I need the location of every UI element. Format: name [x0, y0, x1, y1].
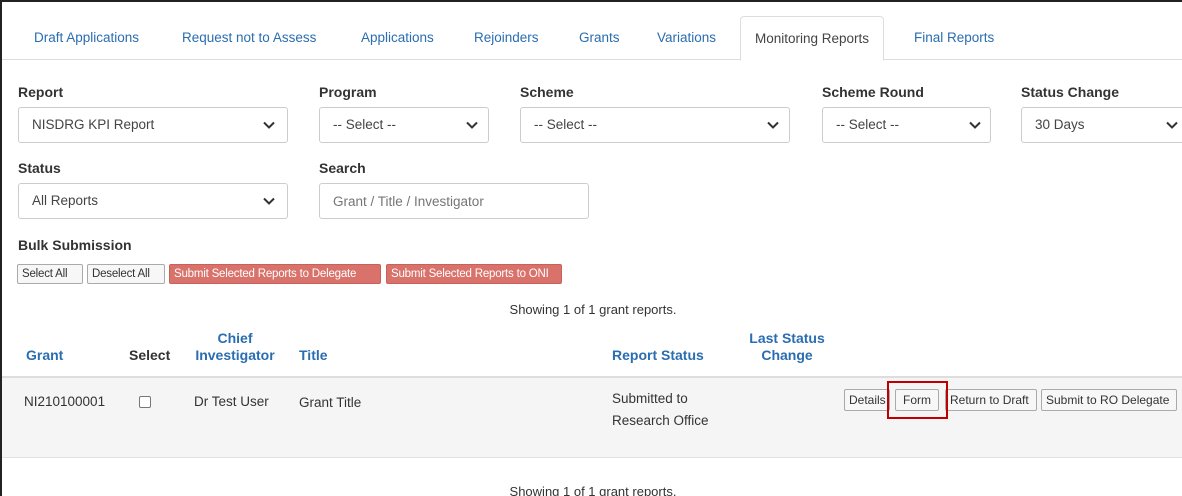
submit-to-delegate-button[interactable]: Submit Selected Reports to Delegate	[169, 264, 381, 284]
status-change-select-value: 30 Days	[1035, 117, 1085, 132]
tab-applications[interactable]: Applications	[361, 16, 434, 60]
tab-bar: Draft Applications Request not to Assess…	[2, 16, 1182, 61]
col-header-report-status[interactable]: Report Status	[612, 347, 704, 364]
row-grant-id: NI210100001	[24, 394, 106, 409]
tab-draft-applications[interactable]: Draft Applications	[34, 16, 139, 60]
col-header-title[interactable]: Title	[299, 347, 328, 364]
chevron-down-icon	[464, 108, 480, 142]
chevron-down-icon	[261, 184, 277, 218]
report-label: Report	[18, 84, 64, 100]
row-select-checkbox[interactable]	[139, 396, 151, 408]
scheme-select-value: -- Select --	[534, 117, 598, 132]
report-select-value: NISDRG KPI Report	[32, 117, 155, 132]
row-chief-investigator: Dr Test User	[194, 394, 269, 409]
status-select-value: All Reports	[32, 193, 99, 208]
status-label: Status	[18, 160, 61, 176]
col-header-chief-investigator[interactable]: Chief Investigator	[186, 330, 284, 364]
tab-grants[interactable]: Grants	[579, 16, 620, 60]
chevron-down-icon	[261, 108, 277, 142]
status-select[interactable]: All Reports	[18, 183, 288, 219]
form-button-highlight	[887, 381, 948, 419]
scheme-round-label: Scheme Round	[822, 84, 924, 100]
tab-request-not-to-assess[interactable]: Request not to Assess	[182, 16, 316, 60]
page-frame: Draft Applications Request not to Assess…	[0, 0, 1182, 496]
scheme-round-select[interactable]: -- Select --	[822, 107, 991, 143]
details-button[interactable]: Details	[844, 389, 890, 411]
col-header-grant[interactable]: Grant	[26, 347, 63, 364]
search-input[interactable]	[319, 183, 589, 219]
scheme-select[interactable]: -- Select --	[520, 107, 790, 143]
submit-to-ro-delegate-button[interactable]: Submit to RO Delegate	[1041, 389, 1177, 411]
report-select[interactable]: NISDRG KPI Report	[18, 107, 288, 143]
program-label: Program	[319, 84, 377, 100]
row-title: Grant Title	[299, 395, 362, 410]
program-select-value: -- Select --	[333, 117, 397, 132]
bulk-submission-label: Bulk Submission	[18, 237, 132, 253]
tab-monitoring-reports[interactable]: Monitoring Reports	[740, 16, 885, 61]
scheme-label: Scheme	[520, 84, 574, 100]
col-header-select: Select	[129, 347, 171, 363]
chevron-down-icon	[1164, 108, 1180, 142]
row-report-status: Submitted to Research Office	[612, 390, 709, 430]
col-header-last-status-change[interactable]: Last Status Change	[732, 330, 842, 364]
return-to-draft-button[interactable]: Return to Draft	[945, 389, 1037, 411]
tab-final-reports[interactable]: Final Reports	[914, 16, 994, 60]
results-count-bottom: Showing 1 of 1 grant reports.	[509, 484, 677, 496]
tab-variations[interactable]: Variations	[657, 16, 716, 60]
scheme-round-select-value: -- Select --	[836, 117, 900, 132]
col-header-last-line2: Change	[761, 347, 813, 363]
col-header-ci-line1: Chief	[217, 330, 253, 346]
results-count-top: Showing 1 of 1 grant reports.	[509, 302, 677, 317]
status-change-label: Status Change	[1021, 84, 1120, 100]
status-change-select[interactable]: 30 Days	[1021, 107, 1182, 143]
select-all-button[interactable]: Select All	[17, 264, 83, 284]
row-status-line2: Research Office	[612, 413, 709, 428]
col-header-last-line1: Last Status	[749, 330, 825, 346]
program-select[interactable]: -- Select --	[319, 107, 489, 143]
tab-rejoinders[interactable]: Rejoinders	[474, 16, 539, 60]
col-header-ci-line2: Investigator	[195, 347, 275, 363]
chevron-down-icon	[967, 108, 983, 142]
deselect-all-button[interactable]: Deselect All	[87, 264, 165, 284]
row-status-line1: Submitted to	[612, 391, 688, 406]
search-label: Search	[319, 160, 366, 176]
table-row-divider	[2, 457, 1182, 458]
chevron-down-icon	[765, 108, 781, 142]
submit-to-oni-button[interactable]: Submit Selected Reports to ONI	[386, 264, 562, 284]
